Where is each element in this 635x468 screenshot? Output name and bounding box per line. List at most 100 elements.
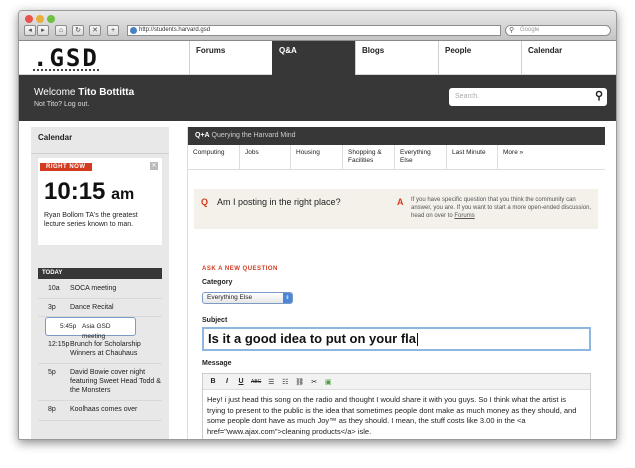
strikethrough-icon[interactable]: ABC	[251, 379, 261, 385]
category-value: Everything Else	[207, 294, 253, 301]
event-name: Asia GSD meeting	[82, 323, 111, 340]
answer-text: If you have specific question that you t…	[411, 196, 596, 220]
tab-last-minute[interactable]: Last Minute	[447, 145, 498, 170]
numbered-list-icon[interactable]: ☷	[281, 378, 289, 386]
welcome-text: Welcome Tito Bottitta	[34, 87, 134, 98]
logout-link[interactable]: Not Tito? Log out.	[34, 101, 89, 108]
event-name: SOCA meeting	[70, 285, 117, 292]
underline-icon[interactable]: U	[237, 378, 245, 385]
maximize-window-button[interactable]	[47, 15, 55, 23]
browser-window: ◂ ▸ ⌂ ↻ ✕ + http://students.harvard.gsd …	[18, 10, 617, 440]
event-item[interactable]: 12:15p Brunch for Scholarship Winners at …	[38, 336, 162, 364]
welcome-prefix: Welcome	[34, 87, 79, 98]
nav-qa[interactable]: Q&A	[272, 41, 355, 75]
site-header: .GSD Forums Q&A Blogs People Calendar	[19, 41, 616, 75]
event-name: Koolhaas comes over	[70, 406, 138, 413]
bold-icon[interactable]: B	[209, 378, 217, 385]
site-search-placeholder: Search.	[455, 93, 480, 100]
event-item[interactable]: 10a SOCA meeting	[38, 280, 162, 299]
event-time: 5p	[48, 369, 56, 376]
qa-main: Q+A Querying the Harvard Mind Computing …	[187, 127, 605, 439]
nav-calendar[interactable]: Calendar	[521, 41, 604, 75]
event-name: David Bowie cover night featuring Sweet …	[70, 369, 161, 394]
editor-toolbar: B I U ABC ☰ ☷ ⛓ ✂ ▣	[203, 374, 590, 390]
user-name: Tito Bottitta	[78, 87, 135, 98]
answer-body: If you have specific question that you t…	[411, 197, 592, 219]
image-icon[interactable]: ▣	[324, 378, 332, 386]
back-button[interactable]: ◂	[24, 25, 36, 36]
italic-icon[interactable]: I	[223, 378, 231, 385]
event-item[interactable]: 3p Dance Recital	[38, 299, 162, 317]
main-nav: Forums Q&A Blogs People Calendar	[189, 41, 604, 75]
form-title: ASK A NEW QUESTION	[202, 266, 278, 272]
bullet-list-icon[interactable]: ☰	[267, 378, 275, 386]
browser-search-placeholder: Google	[520, 27, 540, 33]
close-icon[interactable]: ✕	[150, 162, 158, 170]
event-time: 5:45p	[60, 323, 77, 330]
nav-forums[interactable]: Forums	[189, 41, 272, 75]
event-name: Dance Recital	[70, 304, 114, 311]
category-tabs: Computing Jobs Housing Shopping & Facili…	[188, 145, 605, 170]
tab-computing[interactable]: Computing	[188, 145, 240, 170]
today-header: TODAY	[38, 268, 162, 279]
unlink-icon[interactable]: ✂	[310, 378, 318, 386]
minimize-window-button[interactable]	[36, 15, 44, 23]
now-description: Ryan Bollom TA's the greatest lecture se…	[44, 212, 138, 228]
new-tab-button[interactable]: +	[107, 25, 119, 36]
chevron-down-icon: ⇕	[283, 293, 292, 303]
home-button[interactable]: ⌂	[55, 25, 67, 36]
subject-input[interactable]: Is it a good idea to put on your fla	[202, 327, 591, 351]
forums-link[interactable]: Forums	[454, 213, 474, 219]
qa-header-text: Querying the Harvard Mind	[209, 132, 296, 139]
event-time: 10a	[48, 285, 60, 292]
bookmark-button[interactable]: ✕	[89, 25, 101, 36]
close-window-button[interactable]	[25, 15, 33, 23]
divider	[31, 153, 169, 154]
reload-button[interactable]: ↻	[72, 25, 84, 36]
sidebar-title: Calendar	[38, 133, 73, 142]
tab-more[interactable]: More »	[498, 145, 546, 170]
message-label: Message	[202, 360, 232, 367]
category-label: Category	[202, 279, 233, 286]
event-time: 12:15p	[48, 341, 70, 348]
link-icon[interactable]: ⛓	[295, 378, 304, 386]
forward-button[interactable]: ▸	[37, 25, 49, 36]
tab-housing[interactable]: Housing	[291, 145, 343, 170]
event-item[interactable]: 5p David Bowie cover night featuring Swee…	[38, 364, 162, 401]
qa-header-prefix: Q+A	[195, 132, 210, 139]
tab-shopping[interactable]: Shopping & Facilities	[343, 145, 395, 170]
current-time: 10:15 am	[44, 178, 134, 206]
qa-header: Q+A Querying the Harvard Mind	[188, 127, 605, 145]
tab-jobs[interactable]: Jobs	[240, 145, 291, 170]
calendar-sidebar: Calendar RIGHT NOW ✕ 10:15 am Ryan Bollo…	[31, 127, 169, 439]
question-marker: Q	[201, 197, 209, 207]
address-bar[interactable]: http://students.harvard.gsd	[127, 25, 501, 36]
subject-label: Subject	[202, 317, 228, 324]
message-body[interactable]: Hey! i just head this song on the radio …	[203, 390, 590, 439]
event-time: 8p	[48, 406, 56, 413]
event-time: 3p	[48, 304, 56, 311]
gsd-logo[interactable]: .GSD	[33, 46, 99, 71]
nav-blogs[interactable]: Blogs	[355, 41, 438, 75]
subject-value: Is it a good idea to put on your fla	[208, 331, 416, 346]
time-value: 10:15	[44, 178, 106, 205]
globe-icon	[130, 27, 137, 34]
welcome-bar: Welcome Tito Bottitta Not Tito? Log out.…	[19, 75, 616, 121]
search-icon[interactable]: ⚲	[595, 87, 603, 105]
browser-search-field[interactable]: ⚲ Google	[505, 25, 611, 36]
right-now-badge: RIGHT NOW	[40, 163, 92, 171]
event-item[interactable]: 8p Koolhaas comes over	[38, 401, 162, 421]
tab-everything-else[interactable]: Everything Else	[395, 145, 447, 170]
event-name: Brunch for Scholarship Winners at Chauha…	[70, 341, 141, 357]
event-item-selected[interactable]: 5:45p Asia GSD meeting	[45, 317, 136, 340]
site-search-input[interactable]: Search. ⚲	[449, 88, 607, 106]
text-caret	[417, 333, 418, 347]
search-icon: ⚲	[509, 27, 515, 34]
message-editor[interactable]: B I U ABC ☰ ☷ ⛓ ✂ ▣ Hey! i just head thi…	[202, 373, 591, 439]
category-select[interactable]: Everything Else ⇕	[202, 292, 293, 304]
question-text: Am I posting in the right place?	[217, 197, 341, 207]
time-ampm: am	[111, 186, 135, 203]
nav-people[interactable]: People	[438, 41, 521, 75]
answer-marker: A	[397, 197, 404, 207]
browser-toolbar: ◂ ▸ ⌂ ↻ ✕ + http://students.harvard.gsd …	[19, 11, 616, 41]
